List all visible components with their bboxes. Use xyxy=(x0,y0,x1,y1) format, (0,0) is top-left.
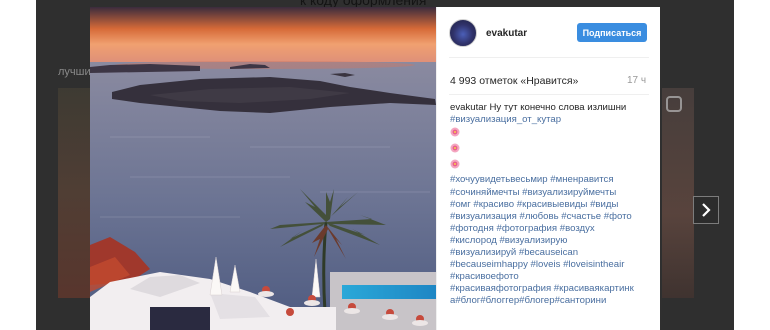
hashtag-line[interactable]: #омг #красиво #красивыевиды #виды xyxy=(450,199,650,211)
follow-button[interactable]: Подписаться xyxy=(577,23,647,42)
hashtag-line[interactable]: #красиваяфотография #красиваякартинк xyxy=(450,283,650,295)
hashtag-line[interactable]: а#блог#блоггер#блогер#санторини xyxy=(450,295,650,307)
flower-emoji-row xyxy=(450,142,650,158)
post-caption: evakutar Ну тут конечно слова излишни #в… xyxy=(450,102,650,308)
chevron-right-icon xyxy=(702,203,711,217)
hashtag-line[interactable]: #визуализация #любовь #счастье #фото xyxy=(450,211,650,223)
background-instagram-icon xyxy=(666,96,682,112)
likes-divider xyxy=(449,94,649,95)
post-sidebar: evakutar Подписаться 4 993 отметок «Нрав… xyxy=(436,7,660,330)
background-thumbnail-right xyxy=(662,88,694,298)
flower-emoji-row xyxy=(450,126,650,142)
hibiscus-flower-icon xyxy=(450,143,460,153)
post-photo xyxy=(90,7,436,330)
flower-emoji-row xyxy=(450,158,650,174)
caption-first-line: evakutar Ну тут конечно слова излишни xyxy=(450,102,650,114)
hashtag-line[interactable]: #визуализируй #becauseican xyxy=(450,247,650,259)
hashtag-line[interactable]: #сочиняймечты #визуализируймечты xyxy=(450,187,650,199)
caption-hashtag[interactable]: #визуализация_от_кутар xyxy=(450,114,650,126)
avatar[interactable] xyxy=(449,19,477,47)
author-username[interactable]: evakutar xyxy=(486,28,527,39)
post-modal: evakutar Подписаться 4 993 отметок «Нрав… xyxy=(90,7,660,330)
caption-username[interactable]: evakutar xyxy=(450,102,487,113)
post-timestamp[interactable]: 17 ч xyxy=(627,75,646,86)
header-divider xyxy=(449,57,649,58)
caption-text: Ну тут конечно слова излишни xyxy=(489,102,627,113)
hashtag-line[interactable]: #красивоефото xyxy=(450,271,650,283)
hibiscus-flower-icon xyxy=(450,127,460,137)
background-thumbnail-left xyxy=(58,88,92,298)
hashtag-line[interactable]: #кислород #визуализирую xyxy=(450,235,650,247)
hashtag-line[interactable]: #becauseimhappy #loveis #loveisintheair xyxy=(450,259,650,271)
likes-count[interactable]: 4 993 отметок «Нравится» xyxy=(450,75,578,87)
hashtag-line[interactable]: #фотодня #фотография #воздух xyxy=(450,223,650,235)
hibiscus-flower-icon xyxy=(450,159,460,169)
next-post-button[interactable] xyxy=(693,196,719,224)
hashtag-line[interactable]: #хочуувидетьвесьмир #мненравится xyxy=(450,174,650,186)
